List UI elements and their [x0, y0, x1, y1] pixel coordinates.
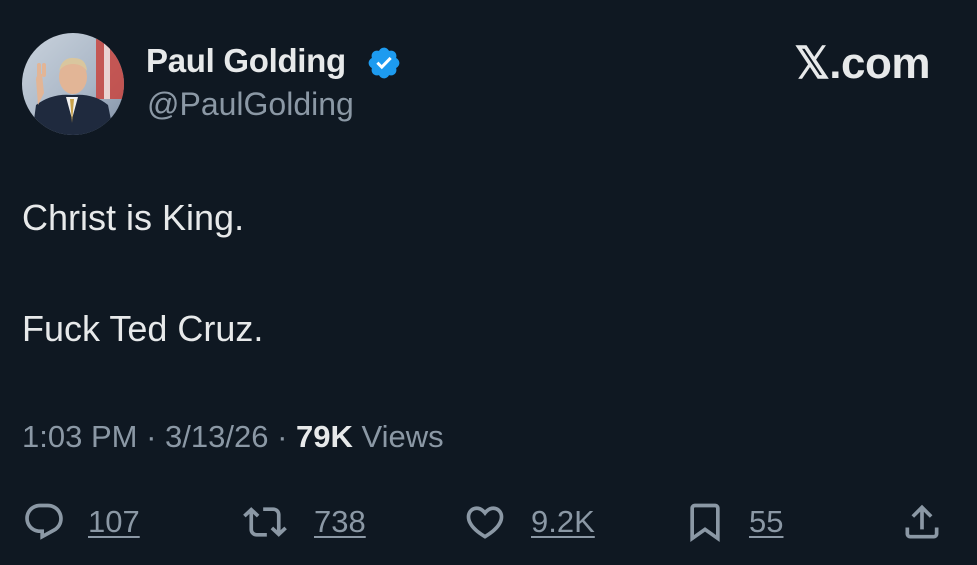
reply-button[interactable]: 107: [22, 500, 140, 544]
reply-icon: [22, 500, 66, 544]
views-label: Views: [361, 419, 444, 454]
author-display-name[interactable]: Paul Golding: [146, 42, 346, 80]
share-icon: [900, 500, 944, 544]
like-count[interactable]: 9.2K: [531, 504, 595, 540]
repost-button[interactable]: 738: [238, 500, 366, 544]
repost-icon: [238, 500, 292, 544]
bookmark-icon: [683, 500, 727, 544]
meta-separator: ·: [277, 419, 288, 454]
share-button[interactable]: [900, 500, 944, 544]
meta-separator: ·: [146, 419, 157, 454]
bookmark-button[interactable]: 55: [683, 500, 783, 544]
views-count: 79K: [296, 419, 353, 454]
reply-count[interactable]: 107: [88, 504, 140, 540]
avatar[interactable]: [22, 33, 124, 135]
bookmark-count[interactable]: 55: [749, 504, 783, 540]
author-handle[interactable]: @PaulGolding: [147, 86, 354, 123]
tweet-time[interactable]: 1:03 PM: [22, 419, 137, 454]
like-button[interactable]: 9.2K: [461, 500, 595, 544]
tweet-date[interactable]: 3/13/26: [165, 419, 268, 454]
tweet-meta: 1:03 PM · 3/13/26 · 79K Views: [22, 419, 444, 455]
tweet-text-line: Fuck Ted Cruz.: [22, 308, 264, 349]
heart-icon: [461, 500, 509, 544]
tweet-text-line: Christ is King.: [22, 197, 245, 238]
verified-badge-icon: [366, 45, 402, 81]
x-logo: 𝕏.com: [794, 39, 930, 88]
repost-count[interactable]: 738: [314, 504, 366, 540]
tweet-card: Paul Golding @PaulGolding 𝕏.com Christ i…: [0, 0, 977, 565]
